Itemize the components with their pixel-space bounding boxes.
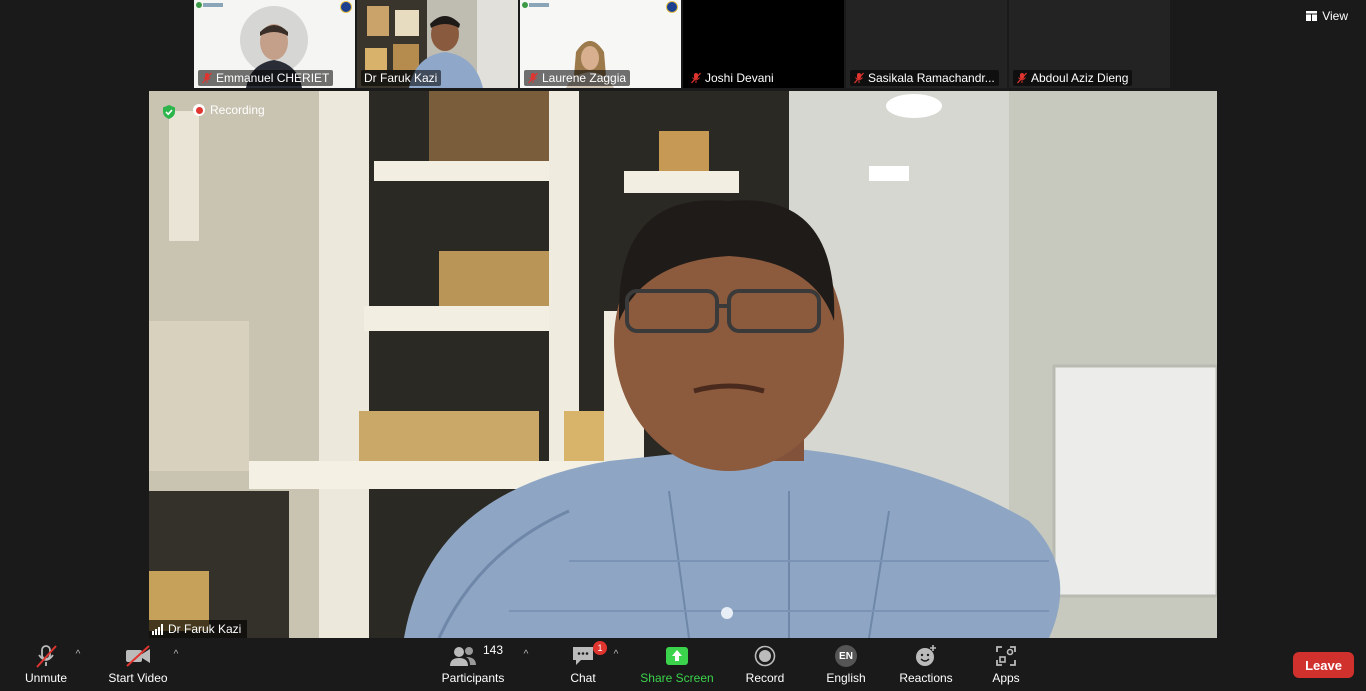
- participant-name: Sasikala Ramachandr...: [868, 71, 995, 85]
- conference-logo-icon: [196, 2, 223, 8]
- active-speaker-video: Recording Dr Faruk Kazi: [149, 91, 1217, 638]
- share-screen-button[interactable]: Share Screen: [640, 643, 714, 689]
- language-label: English: [826, 671, 866, 685]
- chat-options-caret-icon[interactable]: ^: [611, 649, 621, 660]
- participants-label: Participants: [441, 671, 505, 685]
- muted-mic-icon: [1017, 72, 1027, 84]
- grid-view-icon: [1306, 11, 1318, 21]
- leave-button[interactable]: Leave: [1293, 652, 1354, 678]
- participants-count: 143: [483, 643, 504, 657]
- record-button[interactable]: Record: [744, 643, 786, 689]
- participant-name-tag: Emmanuel CHERIET: [198, 70, 334, 86]
- share-screen-label: Share Screen: [640, 671, 714, 685]
- apps-icon: [996, 646, 1016, 666]
- participant-tile-laurene-zaggia[interactable]: Laurene Zaggia: [520, 0, 681, 88]
- recording-indicator[interactable]: Recording: [193, 103, 265, 117]
- video-off-icon: [126, 645, 150, 667]
- muted-mic-icon: [528, 72, 538, 84]
- share-screen-icon: [666, 647, 688, 665]
- participant-name: Joshi Devani: [705, 71, 774, 85]
- participant-tile-sasikala-ramachandran[interactable]: Sasikala Ramachandr...: [846, 0, 1007, 88]
- seal-icon: [340, 1, 352, 13]
- apps-button[interactable]: Apps: [987, 643, 1025, 689]
- record-label: Record: [745, 671, 785, 685]
- participant-tile-joshi-devani[interactable]: Joshi Devani: [683, 0, 844, 88]
- chat-button[interactable]: 1 Chat: [566, 641, 607, 689]
- unmute-label: Unmute: [24, 671, 68, 685]
- encryption-shield-icon[interactable]: [161, 104, 177, 120]
- video-options-caret-icon[interactable]: ^: [171, 649, 181, 660]
- participant-name-tag: Abdoul Aziz Dieng: [1013, 70, 1133, 86]
- participants-icon: [450, 647, 476, 666]
- participant-name-tag: Sasikala Ramachandr...: [850, 70, 999, 86]
- participants-options-caret-icon[interactable]: ^: [521, 649, 531, 660]
- participants-button[interactable]: 143 Participants: [440, 643, 506, 689]
- participant-name: Laurene Zaggia: [542, 71, 627, 85]
- speaker-name-tag: Dr Faruk Kazi: [149, 620, 248, 638]
- start-video-label: Start Video: [108, 671, 168, 685]
- apps-label: Apps: [992, 671, 1020, 685]
- speaker-name: Dr Faruk Kazi: [168, 622, 242, 636]
- participant-tile-emmanuel-cheriet[interactable]: Emmanuel CHERIET: [194, 0, 355, 88]
- participant-tile-abdoul-aziz-dieng[interactable]: Abdoul Aziz Dieng: [1009, 0, 1170, 88]
- gallery-strip: Emmanuel CHERIET Dr Faruk Kazi Laurene Z…: [194, 0, 1170, 88]
- recording-dot-icon: [193, 104, 205, 116]
- participant-name-tag: Dr Faruk Kazi: [361, 70, 442, 86]
- participant-name: Emmanuel CHERIET: [216, 71, 330, 85]
- language-globe-icon: EN: [835, 645, 857, 667]
- chat-unread-badge: 1: [593, 641, 607, 655]
- view-button[interactable]: View: [1306, 6, 1348, 26]
- muted-mic-icon: [854, 72, 864, 84]
- participant-name: Dr Faruk Kazi: [364, 71, 438, 85]
- language-interpretation-button[interactable]: EN English: [824, 643, 868, 689]
- record-icon: [754, 645, 776, 667]
- start-video-button[interactable]: Start Video: [106, 643, 170, 689]
- participant-name-tag: Joshi Devani: [687, 70, 778, 86]
- unmute-button[interactable]: Unmute: [22, 643, 70, 689]
- participant-tile-faruk-kazi[interactable]: Dr Faruk Kazi: [357, 0, 518, 88]
- connection-signal-icon: [152, 623, 163, 635]
- smiley-plus-icon: [916, 645, 936, 666]
- chat-label: Chat: [570, 671, 596, 685]
- meeting-controls-toolbar: Unmute ^ Start Video ^ 143 Participants …: [0, 639, 1366, 691]
- audio-options-caret-icon[interactable]: ^: [73, 649, 83, 660]
- chat-bubble-icon: [573, 647, 593, 665]
- muted-mic-icon: [691, 72, 701, 84]
- conference-logo-icon: [522, 2, 549, 8]
- reactions-button[interactable]: Reactions: [898, 643, 954, 689]
- muted-mic-icon: [202, 72, 212, 84]
- seal-icon: [666, 1, 678, 13]
- recording-label: Recording: [210, 103, 265, 117]
- reactions-label: Reactions: [899, 671, 953, 685]
- zoom-meeting-window: Emmanuel CHERIET Dr Faruk Kazi Laurene Z…: [0, 0, 1366, 691]
- view-label: View: [1322, 9, 1348, 23]
- participant-name: Abdoul Aziz Dieng: [1031, 71, 1129, 85]
- muted-mic-icon: [36, 645, 57, 668]
- speaker-video-frame: [149, 91, 1217, 638]
- participant-name-tag: Laurene Zaggia: [524, 70, 631, 86]
